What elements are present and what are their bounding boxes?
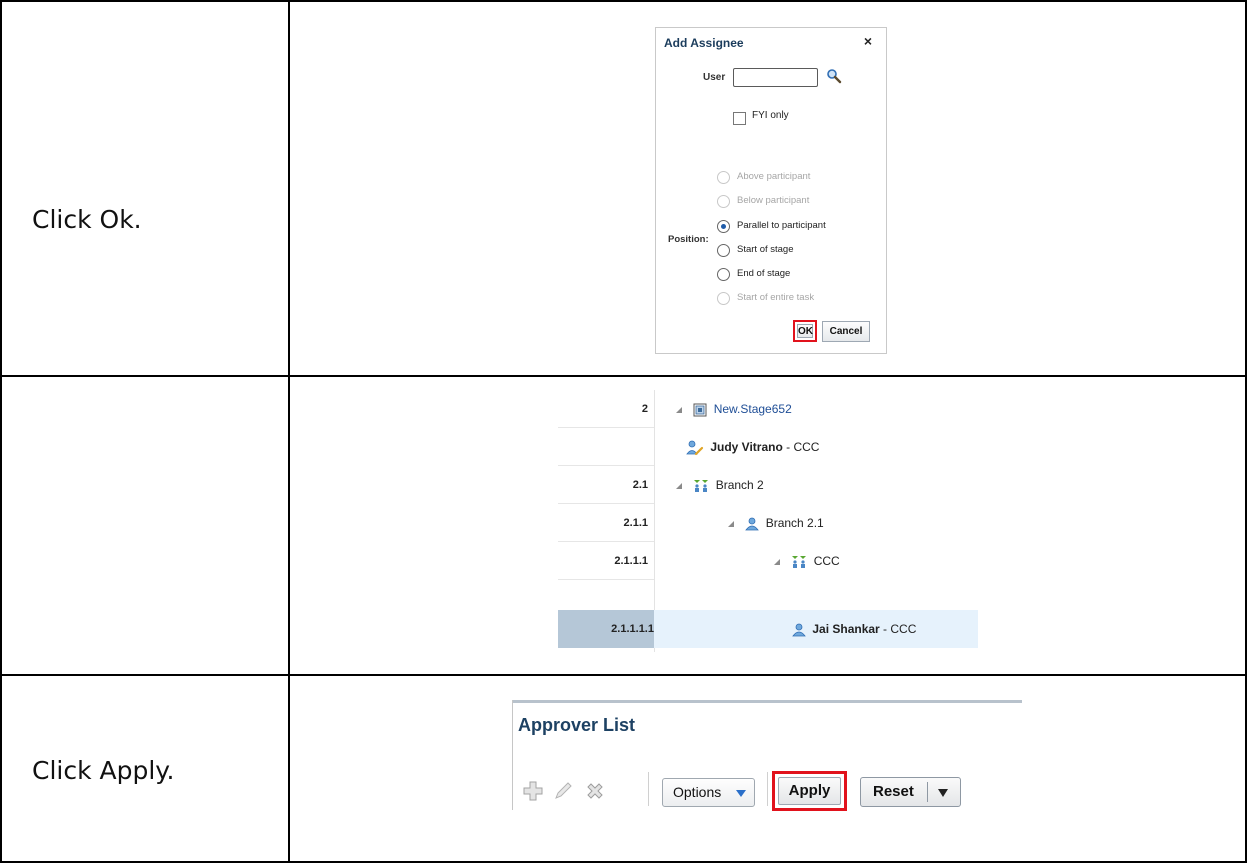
expand-triangle-icon[interactable] — [676, 482, 682, 489]
table-border-top — [0, 0, 1247, 2]
participant-name: Jai Shankar — [812, 622, 880, 636]
participant-edit-icon — [686, 440, 704, 455]
approver-list-panel: Approver List Options Apply Reset — [512, 700, 1022, 811]
ok-button-highlight: OK — [793, 320, 817, 342]
close-icon[interactable]: × — [864, 33, 872, 49]
tree-node[interactable]: Jai Shankar - CCC — [792, 610, 916, 648]
radio-label: Above participant — [737, 171, 811, 182]
toolbar-divider — [648, 772, 649, 806]
branch-name: Branch 2.1 — [765, 516, 824, 530]
ok-button[interactable]: OK — [797, 324, 813, 338]
tree-node[interactable]: Branch 2.1 — [728, 504, 824, 542]
panel-header-border — [512, 700, 1022, 703]
participant-name: Judy Vitrano — [710, 440, 783, 454]
radio-label: Start of stage — [737, 244, 794, 255]
radio-button[interactable] — [717, 268, 730, 281]
participant-suffix: - CCC — [782, 440, 820, 454]
radio-button[interactable] — [717, 244, 730, 257]
step-instruction: Click Apply. — [32, 756, 175, 785]
reset-button[interactable]: Reset — [873, 778, 914, 806]
position-label: Position: — [668, 234, 709, 245]
branch-name: CCC — [813, 554, 840, 568]
radio-button[interactable] — [717, 292, 730, 305]
user-input[interactable] — [733, 68, 818, 87]
tree-node[interactable]: New.Stage652 — [676, 390, 792, 428]
row-number: 2.1.1 — [623, 517, 648, 529]
user-icon — [745, 517, 760, 531]
row-number: 2.1.1.1.1 — [558, 610, 654, 648]
stage-icon — [693, 403, 707, 417]
step-instruction: Click Ok. — [32, 205, 142, 234]
user-icon — [792, 623, 806, 637]
radio-button[interactable] — [717, 171, 730, 184]
parallel-group-icon — [694, 479, 709, 492]
row-separator — [558, 579, 654, 580]
apply-button[interactable]: Apply — [778, 777, 841, 805]
panel-left-border — [512, 700, 513, 810]
tree-row[interactable]: 2 New.Stage652 — [558, 390, 978, 428]
table-column-divider — [288, 0, 290, 863]
tree-row[interactable]: 2.1 Branch 2 — [558, 466, 978, 504]
options-menu-button[interactable]: Options — [662, 778, 755, 807]
radio-label: Below participant — [737, 195, 810, 206]
radio-label: Start of entire task — [737, 292, 815, 303]
approval-hierarchy-tree: 2 New.Stage652 Judy Vitrano - CCC 2.1 Br… — [558, 390, 1018, 652]
tree-node[interactable]: Judy Vitrano - CCC — [686, 428, 819, 466]
tree-node[interactable]: CCC — [774, 542, 840, 580]
tree-row[interactable]: Judy Vitrano - CCC — [558, 428, 978, 466]
cancel-button[interactable]: Cancel — [822, 321, 870, 342]
chevron-down-icon — [736, 790, 746, 797]
user-label: User — [703, 72, 726, 83]
edit-icon[interactable] — [552, 780, 574, 802]
row-number — [558, 428, 648, 466]
tree-row[interactable]: 2.1.1 Branch 2.1 — [558, 504, 978, 542]
add-icon[interactable] — [522, 780, 544, 802]
radio-label: Parallel to participant — [737, 220, 826, 231]
instruction-table: Click Ok. Click Apply. Add Assignee × Us… — [0, 0, 1247, 864]
dropdown-arrow-icon[interactable] — [938, 789, 948, 797]
apply-button-highlight: Apply — [772, 771, 847, 811]
add-assignee-dialog: Add Assignee × User FYI only Position: A… — [655, 27, 887, 354]
toolbar-divider — [767, 772, 768, 806]
options-label: Options — [673, 784, 722, 800]
reset-split-button[interactable]: Reset — [860, 777, 961, 807]
tree-node[interactable]: Branch 2 — [676, 466, 764, 504]
participant-suffix: - CCC — [879, 622, 917, 636]
search-icon[interactable] — [826, 68, 842, 84]
radio-button[interactable] — [717, 195, 730, 208]
split-divider — [927, 782, 928, 802]
radio-label: End of stage — [737, 268, 791, 279]
branch-name: Branch 2 — [715, 478, 764, 492]
table-row-divider — [0, 674, 1247, 676]
expand-triangle-icon[interactable] — [728, 520, 734, 527]
fyi-only-label: FYI only — [752, 110, 789, 121]
row-number: 2.1 — [632, 479, 648, 491]
expand-triangle-icon[interactable] — [774, 558, 780, 565]
expand-triangle-icon[interactable] — [676, 406, 682, 413]
fyi-only-checkbox[interactable] — [733, 112, 746, 125]
approver-list-title: Approver List — [518, 715, 636, 735]
tree-row[interactable]: 2.1.1.1 CCC — [558, 542, 978, 580]
row-number: 2.1.1.1 — [614, 555, 648, 567]
dialog-title: Add Assignee — [664, 36, 744, 50]
stage-name[interactable]: New.Stage652 — [714, 402, 792, 416]
table-row-divider — [0, 375, 1247, 377]
parallel-group-icon — [792, 555, 807, 568]
delete-icon[interactable] — [584, 780, 606, 802]
table-border-bottom — [0, 861, 1247, 863]
table-border-left — [0, 0, 2, 863]
tree-row-selected[interactable]: 2.1.1.1.1 Jai Shankar - CCC — [558, 610, 978, 648]
row-number: 2 — [641, 403, 648, 415]
radio-button-selected[interactable] — [717, 220, 730, 233]
